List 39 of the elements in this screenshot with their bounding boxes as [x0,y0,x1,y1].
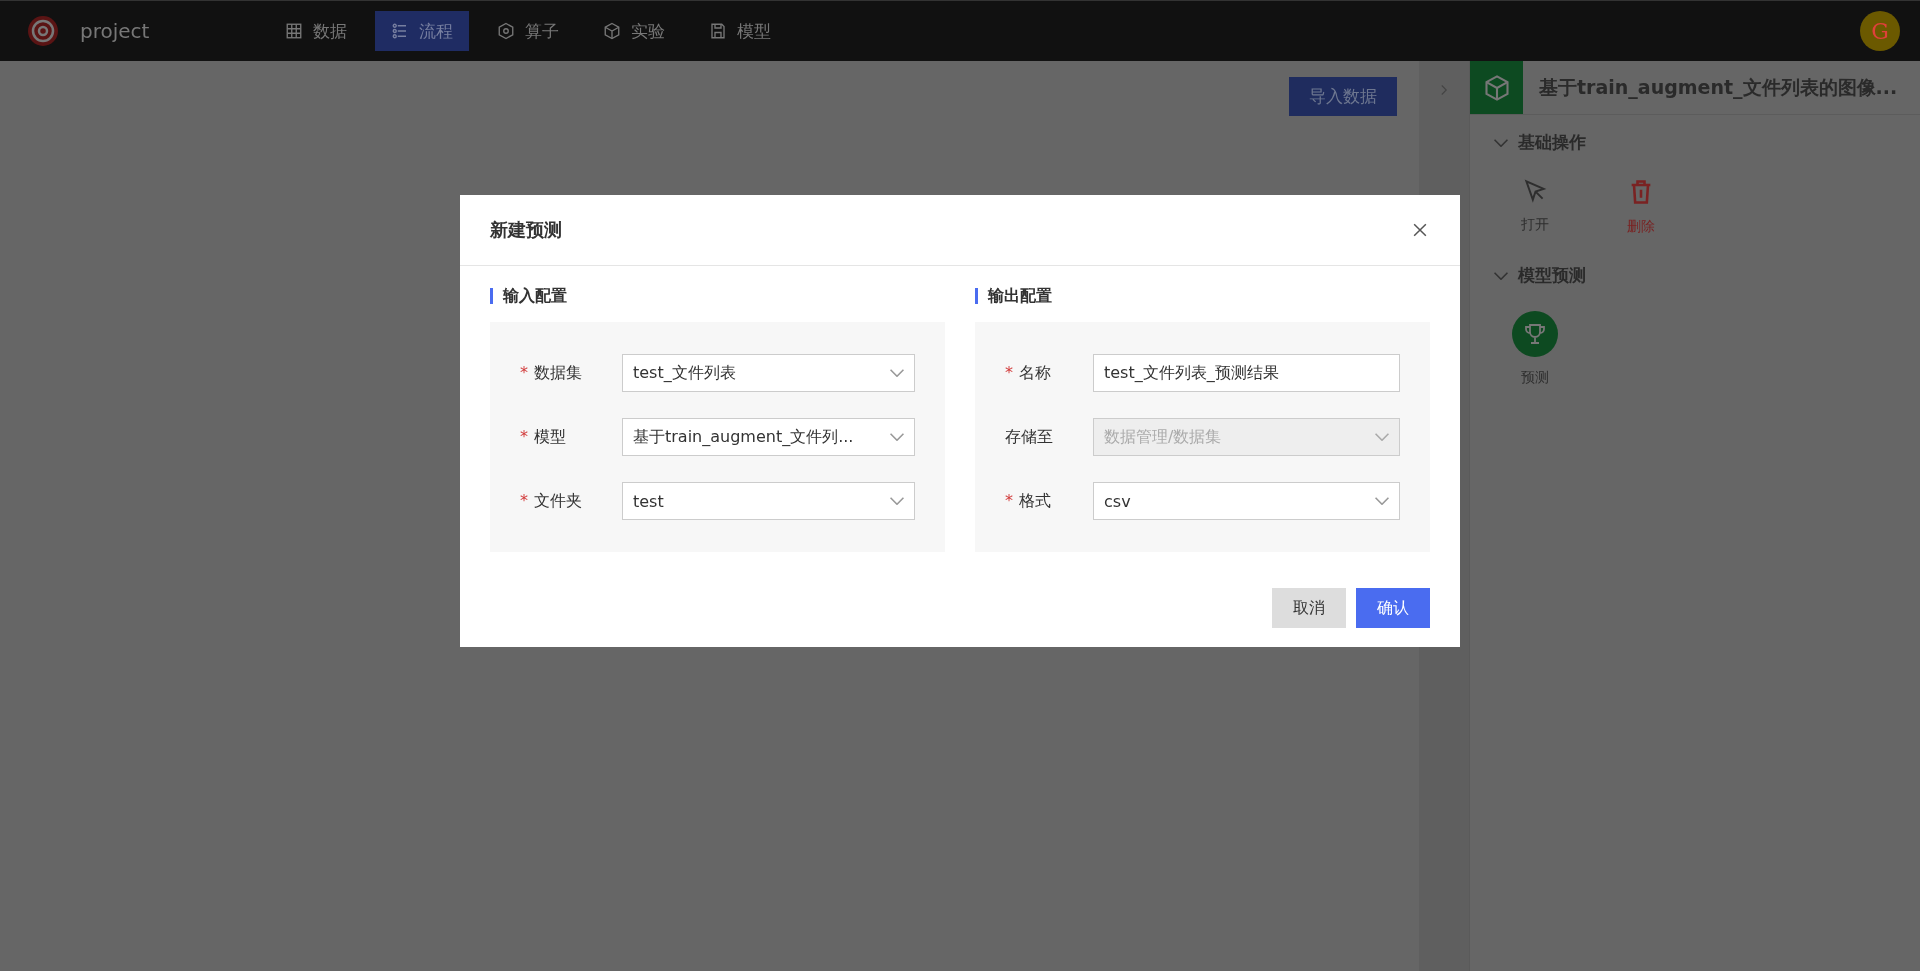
field-label: * 数据集 [520,362,582,384]
chevron-down-icon [1375,497,1389,505]
cube-icon [1482,73,1511,102]
section-title[interactable]: 模型预测 [1518,264,1586,287]
nav-tab[interactable]: 模型 [693,11,788,51]
dialog-title: 新建预测 [490,218,562,242]
field-label: * 格式 [1005,490,1052,512]
grid-icon [285,22,304,40]
cursor-icon [1522,178,1548,204]
field-label: * 名称 [1005,362,1052,384]
group-title: 输出配置 [975,288,1430,304]
hexagon-icon [497,22,516,40]
chevron-down-icon [890,497,904,505]
cube-icon [603,22,622,40]
select-field[interactable]: test [622,482,915,520]
chevron-down-icon [890,369,904,377]
select-field[interactable]: test_文件列表 [622,354,915,392]
nav-tab[interactable]: 算子 [481,11,576,51]
group-title: 输入配置 [490,288,945,304]
nav-tab[interactable]: 数据 [269,11,364,51]
app-name: project [80,19,150,43]
cancel-button[interactable]: 取消 [1272,588,1346,628]
select-field[interactable]: 基于train_augment_文件列... [622,418,915,456]
nav-tab[interactable]: 实验 [587,11,682,51]
panel-title: 基于train_augment_文件列表的图像... [1539,74,1898,101]
field-label: 存储至 [1005,426,1053,448]
logo-icon [26,14,60,48]
trophy-icon [1523,322,1547,346]
section-title[interactable]: 基础操作 [1518,131,1586,154]
save-icon [709,22,728,40]
confirm-button[interactable]: 确认 [1356,588,1430,628]
field-label: * 模型 [520,426,567,448]
nav-tab[interactable]: 流程 [375,11,470,51]
import-data-button[interactable]: 导入数据 [1289,77,1397,116]
chevron-down-icon [890,433,904,441]
select-field[interactable]: csv [1093,482,1400,520]
field-label: * 文件夹 [520,490,582,512]
chevron-down-icon [1375,433,1389,441]
input-field[interactable]: test_文件列表_预测结果 [1093,354,1400,392]
